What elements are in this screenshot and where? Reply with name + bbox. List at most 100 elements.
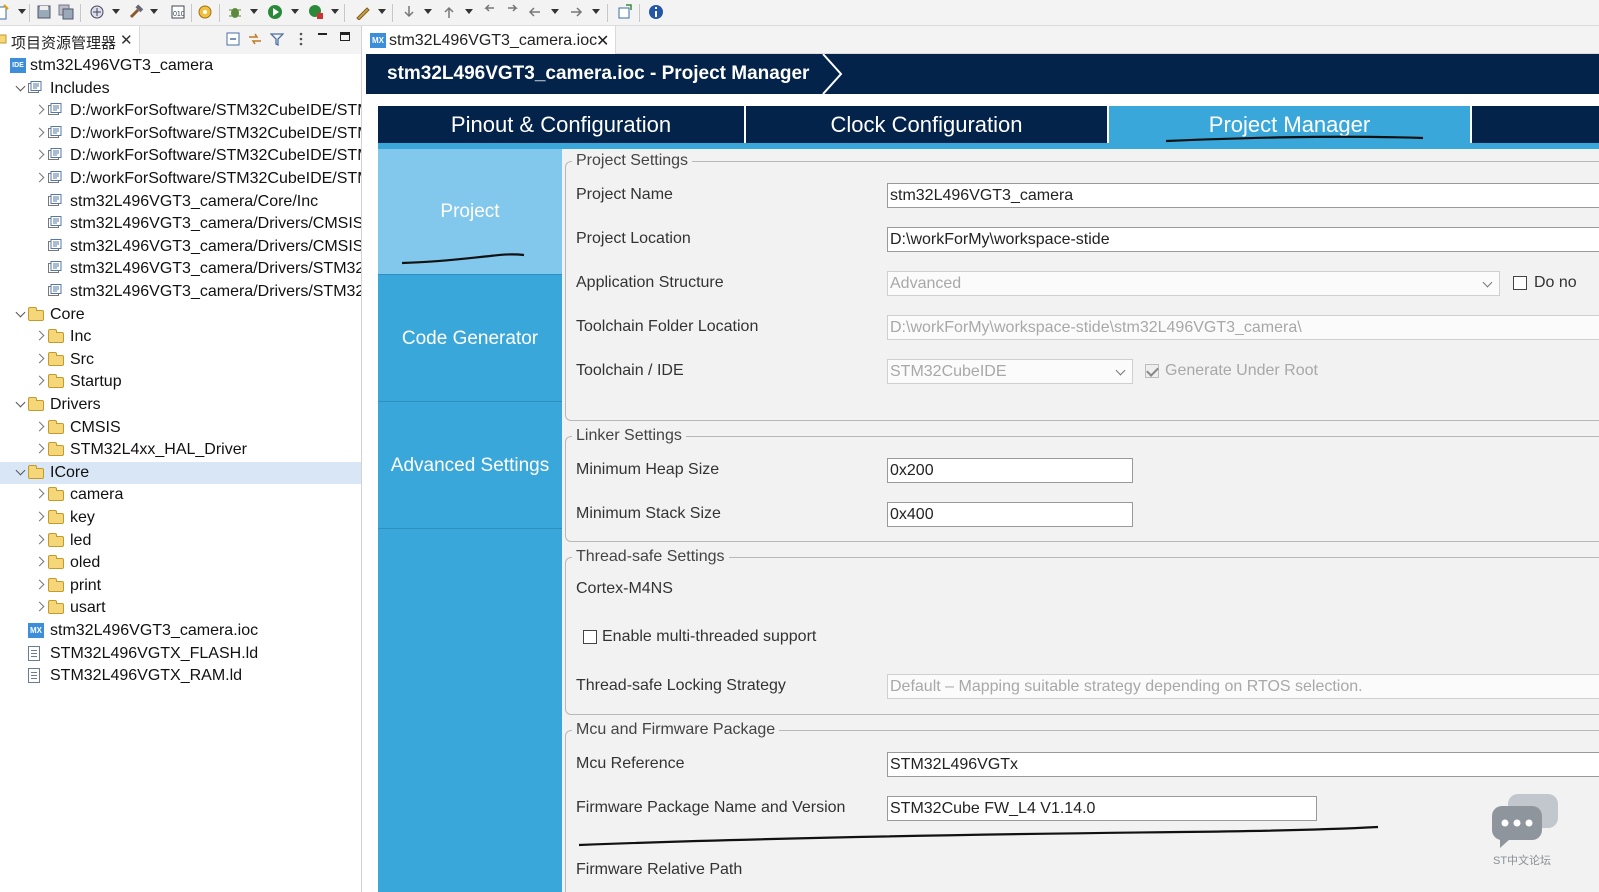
multithread-checkbox[interactable] — [583, 630, 597, 644]
tree-item[interactable]: stm32L496VGT3_camera/Drivers/STM32l — [0, 258, 361, 280]
tree-item[interactable]: Src — [0, 349, 361, 371]
chevron-right-icon[interactable] — [36, 375, 46, 385]
tree-item[interactable]: camera — [0, 484, 361, 506]
app-structure-select[interactable]: Advanced — [887, 271, 1500, 296]
chevron-down-icon[interactable] — [16, 308, 26, 318]
chevron-right-icon[interactable] — [36, 511, 46, 521]
tree-item[interactable]: led — [0, 530, 361, 552]
tree-item[interactable]: ICore — [0, 461, 361, 484]
last-edit-icon[interactable] — [482, 4, 498, 20]
open-task-icon[interactable] — [355, 4, 371, 20]
tree-item[interactable]: STM32L496VGTX_RAM.ld — [0, 665, 361, 687]
close-icon[interactable]: ✕ — [596, 31, 609, 51]
toolchain-folder-input[interactable]: D:\workForMy\workspace-stide\stm32L496VG… — [887, 315, 1599, 340]
chevron-right-icon[interactable] — [36, 488, 46, 498]
tree-item[interactable]: D:/workForSoftware/STM32CubeIDE/STM — [0, 100, 361, 122]
tree-item[interactable]: MX stm32L496VGT3_camera.ioc — [0, 620, 361, 642]
forward-icon[interactable] — [568, 4, 584, 20]
chevron-right-icon[interactable] — [36, 127, 46, 137]
prev-annotation-icon[interactable] — [441, 4, 457, 20]
heap-size-input[interactable]: 0x200 — [887, 458, 1133, 483]
minimize-icon[interactable] — [318, 33, 327, 35]
tree-item[interactable]: stm32L496VGT3_camera/Drivers/STM32l — [0, 281, 361, 303]
tree-item[interactable]: IDE stm32L496VGT3_camera — [0, 55, 361, 77]
collapse-all-icon[interactable] — [226, 32, 240, 46]
tree-item[interactable]: D:/workForSoftware/STM32CubeIDE/STM — [0, 145, 361, 167]
save-icon[interactable] — [36, 4, 52, 20]
prev-annotation-dropdown-icon[interactable] — [465, 9, 473, 14]
tab-tools[interactable] — [1472, 106, 1599, 143]
chevron-down-icon[interactable] — [16, 398, 26, 408]
side-nav-project[interactable]: Project — [378, 149, 562, 275]
save-all-icon[interactable] — [58, 4, 74, 20]
debug-dropdown-icon[interactable] — [250, 9, 258, 14]
external-tools-dropdown-icon[interactable] — [331, 9, 339, 14]
project-name-input[interactable]: stm32L496VGT3_camera — [887, 183, 1599, 208]
chevron-down-icon[interactable] — [16, 466, 26, 476]
side-nav-code-generator[interactable]: Code Generator — [378, 276, 562, 402]
editor-tab-ioc[interactable]: MX stm32L496VGT3_camera.ioc ✕ — [366, 26, 616, 55]
chevron-down-icon[interactable] — [16, 82, 26, 92]
tree-item[interactable]: STM32L4xx_HAL_Driver — [0, 439, 361, 461]
mcu-reference-input[interactable]: STM32L496VGTx — [887, 752, 1599, 777]
build-hammer-icon[interactable] — [128, 4, 144, 20]
explorer-tab[interactable]: 项目资源管理器 ✕ — [0, 26, 140, 54]
run-dropdown-icon[interactable] — [291, 9, 299, 14]
firmware-name-select[interactable]: STM32Cube FW_L4 V1.14.0 — [887, 796, 1317, 821]
back-dropdown-icon[interactable] — [551, 9, 559, 14]
tree-item[interactable]: D:/workForSoftware/STM32CubeIDE/STM — [0, 123, 361, 145]
tree-item[interactable]: key — [0, 507, 361, 529]
project-location-input[interactable]: D:\workForMy\workspace-stide — [887, 227, 1599, 252]
build-dropdown-icon[interactable] — [150, 9, 158, 14]
chevron-right-icon[interactable] — [36, 556, 46, 566]
toolchain-ide-select[interactable]: STM32CubeIDE — [887, 359, 1133, 384]
chevron-right-icon[interactable] — [36, 330, 46, 340]
view-menu-icon[interactable] — [294, 32, 308, 46]
generate-under-root-checkbox[interactable] — [1145, 364, 1159, 378]
build-config-dropdown-icon[interactable] — [112, 9, 120, 14]
do-not-generate-checkbox[interactable] — [1513, 276, 1527, 290]
tree-item[interactable]: Drivers — [0, 394, 361, 416]
locking-strategy-select[interactable]: Default – Mapping suitable strategy depe… — [887, 674, 1599, 699]
tree-item[interactable]: usart — [0, 597, 361, 619]
side-nav-advanced-settings[interactable]: Advanced Settings — [378, 403, 562, 529]
chevron-right-icon[interactable] — [36, 579, 46, 589]
tree-item[interactable]: oled — [0, 552, 361, 574]
chevron-right-icon[interactable] — [36, 149, 46, 159]
maximize-icon[interactable] — [340, 32, 350, 41]
device-config-icon[interactable] — [197, 4, 213, 20]
external-tools-icon[interactable] — [308, 4, 324, 20]
chevron-right-icon[interactable] — [36, 353, 46, 363]
tree-item[interactable]: CMSIS — [0, 417, 361, 439]
tree-item[interactable]: Includes — [0, 78, 361, 100]
tree-item[interactable]: D:/workForSoftware/STM32CubeIDE/STM — [0, 168, 361, 190]
link-with-editor-icon[interactable] — [248, 32, 262, 46]
stack-size-input[interactable]: 0x400 — [887, 502, 1133, 527]
next-annotation-dropdown-icon[interactable] — [424, 9, 432, 14]
tab-clock-configuration[interactable]: Clock Configuration — [746, 106, 1107, 143]
back-icon[interactable] — [527, 4, 543, 20]
tree-item[interactable]: stm32L496VGT3_camera/Drivers/CMSIS/ — [0, 236, 361, 258]
debug-icon[interactable] — [227, 4, 243, 20]
chevron-right-icon[interactable] — [36, 172, 46, 182]
tree-item[interactable]: Inc — [0, 326, 361, 348]
chevron-right-icon[interactable] — [36, 534, 46, 544]
next-annotation-icon[interactable] — [401, 4, 417, 20]
new-icon[interactable] — [0, 4, 10, 20]
binary-icon[interactable]: 010 — [170, 4, 186, 20]
chevron-right-icon[interactable] — [36, 421, 46, 431]
forward-edit-icon[interactable] — [504, 4, 520, 20]
open-task-dropdown-icon[interactable] — [378, 9, 386, 14]
info-icon[interactable] — [648, 4, 664, 20]
forward-dropdown-icon[interactable] — [592, 9, 600, 14]
tree-item[interactable]: Core — [0, 304, 361, 326]
tree-item[interactable]: print — [0, 575, 361, 597]
tab-pinout-configuration[interactable]: Pinout & Configuration — [378, 106, 744, 143]
close-icon[interactable]: ✕ — [120, 31, 133, 49]
tree-item[interactable]: stm32L496VGT3_camera/Core/Inc — [0, 191, 361, 213]
run-icon[interactable] — [267, 4, 283, 20]
open-perspective-icon[interactable] — [617, 4, 633, 20]
chevron-right-icon[interactable] — [36, 443, 46, 453]
filter-icon[interactable] — [270, 32, 284, 46]
chevron-right-icon[interactable] — [36, 601, 46, 611]
